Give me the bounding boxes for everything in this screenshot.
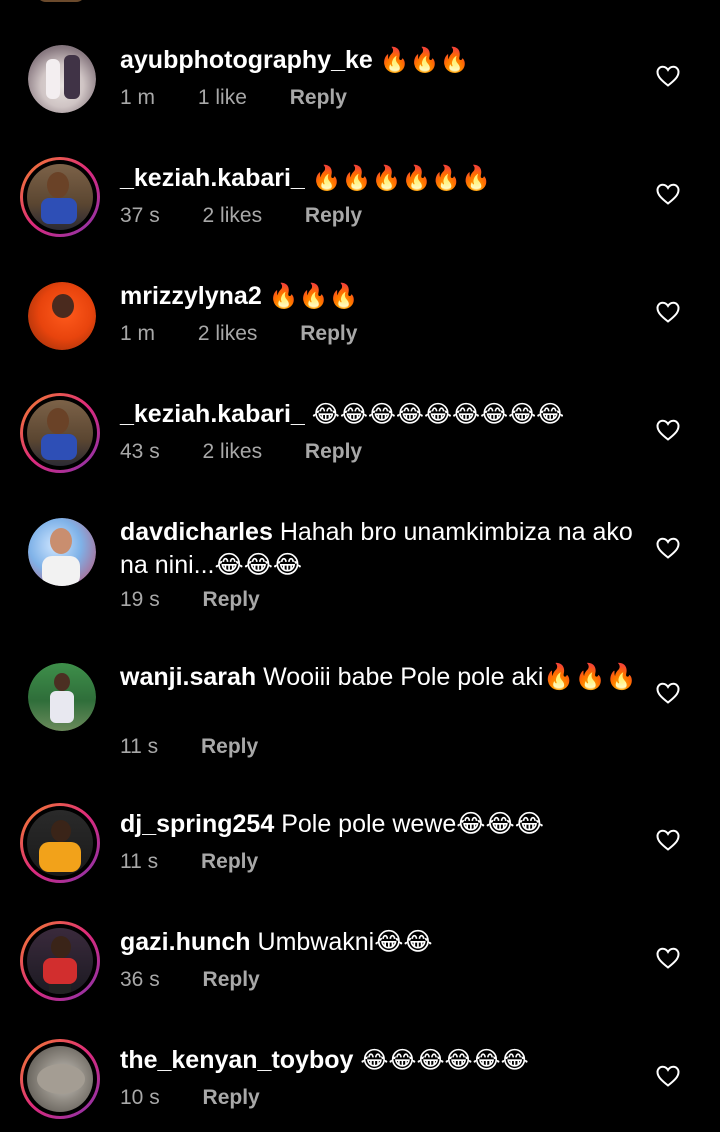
avatar[interactable]	[20, 157, 100, 237]
avatar[interactable]	[20, 1039, 100, 1119]
comment-username[interactable]: mrizzylyna2	[120, 282, 262, 310]
comment-username[interactable]: ayubphotography_ke	[120, 46, 373, 74]
avatar[interactable]	[28, 663, 96, 731]
comment-username[interactable]: dj_spring254	[120, 810, 274, 838]
reply-button[interactable]: Reply	[203, 588, 260, 612]
reply-button[interactable]: Reply	[201, 735, 258, 759]
heart-outline-icon[interactable]	[656, 301, 680, 323]
comment-text: 😂😂😂😂😂😂😂😂😂	[311, 401, 565, 428]
comment-likes[interactable]: 2 likes	[203, 204, 263, 228]
heart-outline-icon[interactable]	[656, 65, 680, 87]
heart-outline-icon[interactable]	[656, 537, 680, 559]
heart-outline-icon[interactable]	[656, 947, 680, 969]
avatar[interactable]	[20, 803, 100, 883]
comment-username[interactable]: wanji.sarah	[120, 663, 256, 691]
comment-time: 43 s	[120, 440, 160, 463]
comment-username[interactable]: _keziah.kabari_	[120, 400, 305, 428]
comment-text: Umbwakni😂😂	[257, 928, 433, 956]
comment-time: 1 m	[120, 322, 156, 345]
avatar[interactable]	[20, 921, 100, 1001]
comment-time: 1 m	[120, 86, 156, 109]
comment-text: 🔥🔥🔥🔥🔥🔥	[311, 165, 492, 192]
partial-avatar	[36, 0, 86, 2]
comment-text: Pole pole wewe😂😂😂	[281, 810, 544, 838]
heart-outline-icon[interactable]	[656, 183, 680, 205]
avatar[interactable]	[28, 282, 96, 350]
comment-time: 19 s	[120, 588, 160, 611]
heart-outline-icon[interactable]	[656, 419, 680, 441]
comment-text: Wooiii babe Pole pole aki🔥🔥🔥	[263, 663, 637, 691]
comment-text: 🔥🔥🔥	[268, 283, 359, 310]
heart-outline-icon[interactable]	[656, 682, 680, 704]
comment-time: 36 s	[120, 968, 160, 991]
heart-outline-icon[interactable]	[656, 1065, 680, 1087]
comment-username[interactable]: gazi.hunch	[120, 928, 251, 956]
avatar[interactable]	[28, 518, 96, 586]
comment-time: 11 s	[120, 850, 159, 873]
reply-button[interactable]: Reply	[300, 322, 357, 346]
avatar[interactable]	[20, 393, 100, 473]
comment-username[interactable]: davdicharles	[120, 518, 273, 546]
reply-button[interactable]: Reply	[305, 204, 362, 228]
comment-likes[interactable]: 1 like	[198, 86, 247, 110]
comment-text: 🔥🔥🔥	[379, 47, 470, 74]
comment-username[interactable]: _keziah.kabari_	[120, 164, 305, 192]
avatar[interactable]	[28, 45, 96, 113]
comment-likes[interactable]: 2 likes	[198, 322, 258, 346]
reply-button[interactable]: Reply	[203, 1086, 260, 1110]
comment-time: 10 s	[120, 1086, 160, 1109]
reply-button[interactable]: Reply	[305, 440, 362, 464]
comment-time: 11 s	[120, 735, 159, 758]
comment-text: 😂😂😂😂😂😂	[360, 1047, 529, 1074]
reply-button[interactable]: Reply	[203, 968, 260, 992]
reply-button[interactable]: Reply	[201, 850, 258, 874]
heart-outline-icon[interactable]	[656, 829, 680, 851]
comment-likes[interactable]: 2 likes	[203, 440, 263, 464]
comment-time: 37 s	[120, 204, 160, 227]
comment-username[interactable]: the_kenyan_toyboy	[120, 1046, 353, 1074]
reply-button[interactable]: Reply	[290, 86, 347, 110]
